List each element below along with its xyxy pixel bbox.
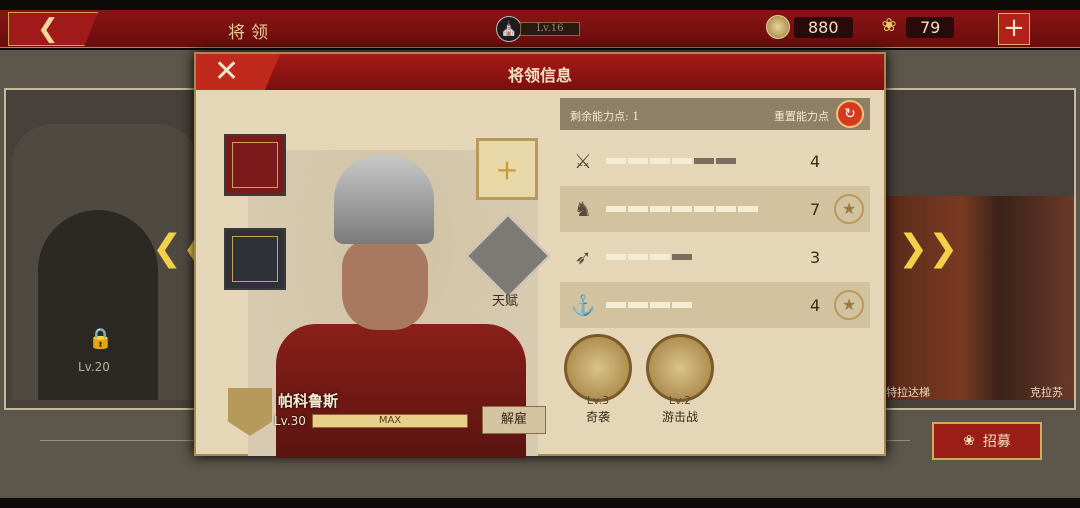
stat-bar [606, 206, 758, 212]
stat-panel: 剩余能力点: 1 重置能力点 ↻ ⚔ 4 ♞ 7 ★ ➶ 3 ⚓ 4 ★ [560, 98, 870, 328]
reset-points-label: 重置能力点 [774, 110, 829, 123]
stat-bar-segment [650, 158, 670, 164]
temple-icon: ⛪ [496, 16, 522, 42]
stat-bar-segment [628, 302, 648, 308]
stat-bar-segment [628, 206, 648, 212]
recruit-button[interactable]: ❀ 招募 [932, 422, 1042, 460]
stat-value: 4 [810, 152, 821, 171]
tactic-skill-icon[interactable] [564, 334, 632, 402]
armor-slot[interactable] [224, 228, 286, 290]
banner-slot[interactable] [224, 134, 286, 196]
dialog-title: 将领信息 [507, 66, 572, 85]
tactic-name: 游击战 [661, 410, 698, 424]
stat-row: ⚓ 4 ★ [560, 282, 870, 328]
skill-add-slot[interactable]: + [476, 138, 538, 200]
stat-bar [606, 302, 692, 308]
stat-bar-segment [694, 158, 714, 164]
plus-icon: + [495, 152, 519, 186]
stat-value: 7 [810, 200, 821, 219]
chainmail-icon [232, 236, 278, 282]
stat-value: 4 [810, 296, 821, 315]
laurel-icon: ❀ [881, 15, 897, 36]
hero-face-art [342, 240, 428, 330]
star-laurel-badge-icon[interactable]: ★ [834, 194, 864, 224]
coin-counter: 880 [766, 15, 853, 39]
stat-bar-segment [628, 254, 648, 260]
tactic-level: Lv.3 [586, 394, 610, 407]
stat-bar-segment [672, 254, 692, 260]
stat-bar-segment [606, 254, 626, 260]
xp-bar: MAX [312, 414, 468, 428]
locked-level-label: Lv.20 [78, 360, 110, 374]
right-general-portraits[interactable] [886, 196, 1074, 400]
stat-bar-segment [606, 206, 626, 212]
tactic-level: Lv.2 [668, 394, 692, 407]
laurel-plus-icon: ❀ [963, 433, 975, 449]
stat-value: 3 [810, 248, 821, 267]
coin-value: 880 [794, 16, 853, 38]
talent-label: 天赋 [492, 294, 519, 309]
stat-header: 剩余能力点: 1 重置能力点 ↻ [560, 98, 870, 130]
stat-bar-segment [672, 206, 692, 212]
star-laurel-badge-icon[interactable]: ★ [834, 290, 864, 320]
sword-icon: ⚔ [574, 149, 592, 173]
hero-helmet-art [334, 154, 434, 244]
stat-bar-segment [650, 254, 670, 260]
coin-icon [766, 15, 790, 39]
stat-bar-segment [606, 158, 626, 164]
stat-bar-segment [606, 302, 626, 308]
stat-bar-segment [650, 302, 670, 308]
stat-bar-segment [672, 302, 692, 308]
add-resource-button[interactable]: + [998, 13, 1030, 45]
anchor-icon: ⚓ [570, 293, 596, 317]
bow-icon: ➶ [574, 245, 592, 269]
stat-bar-segment [650, 206, 670, 212]
dialog-header: 将领信息 ✕ [196, 54, 884, 90]
stat-bar [606, 254, 692, 260]
top-bar: ❮ 将领 ⛪ Lv.16 880 ❀ 79 + [0, 10, 1080, 48]
next-general-arrow-icon[interactable]: ❯❯ [898, 228, 958, 269]
back-arrow-icon: ❮ [37, 14, 59, 44]
stat-bar [606, 158, 736, 164]
general-name-right-2: 克拉苏 [1030, 386, 1063, 399]
stat-bar-segment [694, 206, 714, 212]
reset-points-button[interactable]: ↻ [836, 100, 864, 128]
hero-level: Lv.30 [274, 414, 306, 428]
stat-row: ➶ 3 [560, 234, 870, 280]
banner-icon [232, 142, 278, 188]
player-level-label: Lv.16 [520, 22, 580, 36]
laurel-counter: ❀ 79 [876, 15, 955, 39]
remaining-points-label: 剩余能力点: 1 [570, 110, 640, 123]
lock-icon: 🔒 [88, 326, 113, 350]
hero-name: 帕科鲁斯 [278, 392, 339, 410]
dismiss-button[interactable]: 解雇 [482, 406, 546, 434]
back-arrow-button[interactable]: ❮ [8, 12, 98, 46]
player-level: ⛪ Lv.16 [496, 16, 580, 42]
stat-bar-segment [672, 158, 692, 164]
general-name-right-1: 特拉达梯 [886, 386, 930, 399]
page-title: 将领 [228, 23, 274, 43]
stat-bar-segment [716, 206, 736, 212]
stat-row: ⚔ 4 [560, 138, 870, 184]
tactic-name: 奇袭 [585, 410, 610, 424]
stat-bar-segment [716, 158, 736, 164]
horse-icon: ♞ [574, 197, 592, 221]
stat-bar-segment [738, 206, 758, 212]
general-info-dialog: 将领信息 ✕ + 天赋 帕科鲁斯 Lv.30 MAX 解雇 剩余能力点: 1 重… [194, 52, 886, 458]
stat-row: ♞ 7 ★ [560, 186, 870, 232]
recruit-label: 招募 [982, 434, 1011, 450]
stat-bar-segment [628, 158, 648, 164]
tactic-skill-icon[interactable] [646, 334, 714, 402]
laurel-value: 79 [906, 16, 955, 38]
